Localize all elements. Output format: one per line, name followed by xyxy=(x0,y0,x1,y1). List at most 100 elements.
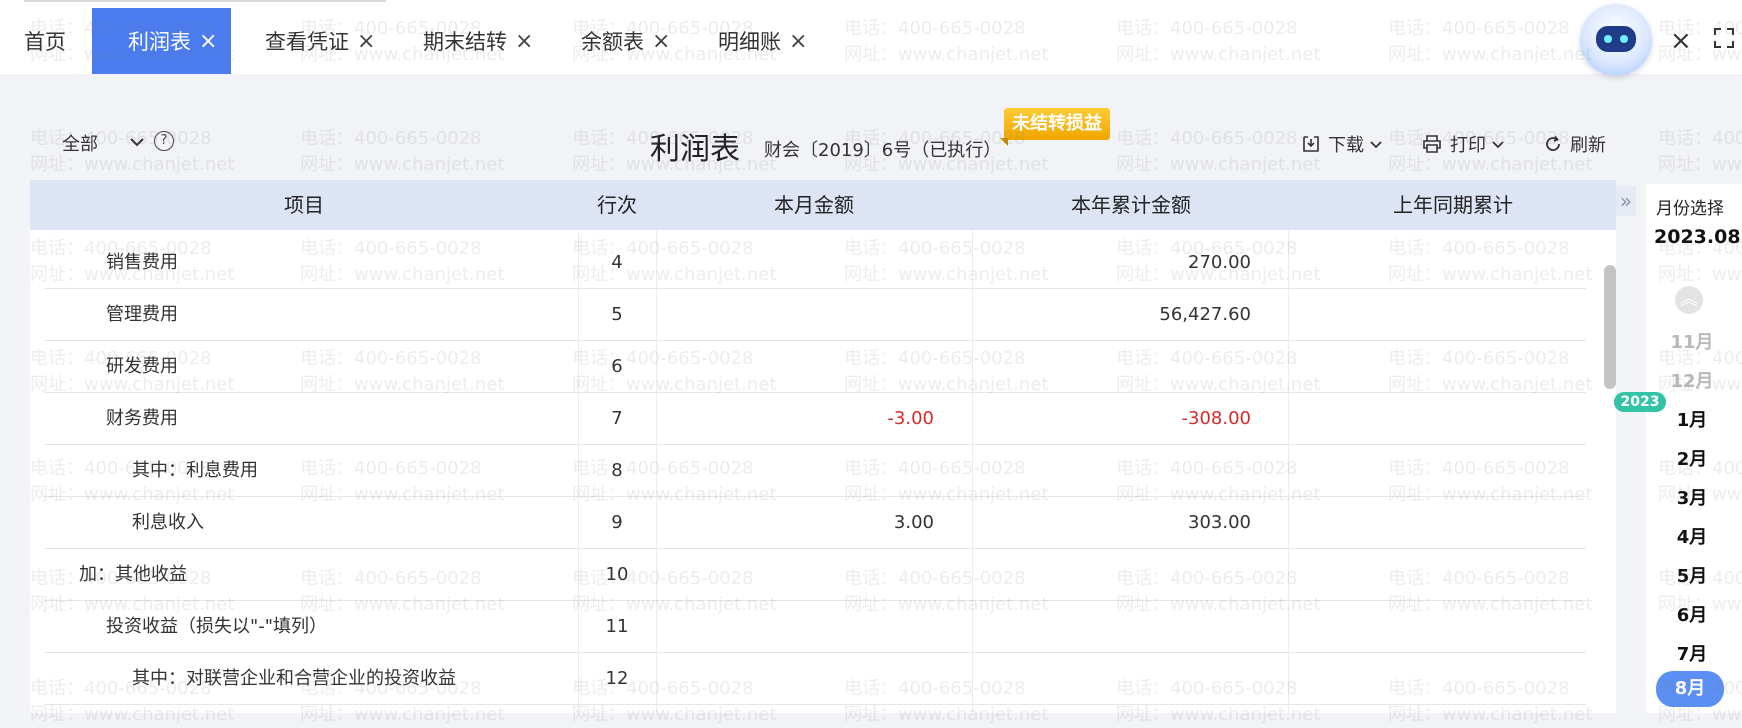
row-item: 投资收益（损失以"-"填列） xyxy=(106,616,328,637)
row-line: 12 xyxy=(605,668,629,689)
row-item: 财务费用 xyxy=(106,408,178,429)
row-item: 销售费用 xyxy=(106,252,178,273)
refresh-button[interactable]: 刷新 xyxy=(1544,131,1606,157)
row-line: 4 xyxy=(611,252,623,273)
table-row[interactable]: 其中：对联营企业和合营企业的投资收益 12 xyxy=(30,653,1616,705)
table-row[interactable]: 研发费用 6 xyxy=(30,341,1616,393)
watermark-text: 电话：400-665-0028 网址：www.chanjet.net xyxy=(300,128,505,175)
tab-bar-progress-line xyxy=(24,0,386,2)
row-month-amount: -3.00 xyxy=(887,408,934,429)
row-item: 利息收入 xyxy=(132,512,204,533)
table-header: 项目 行次 本月金额 本年累计金额 上年同期累计 xyxy=(30,180,1616,230)
tab-balance-sheet[interactable]: 余额表 × xyxy=(581,8,670,74)
tab-home-label: 首页 xyxy=(24,30,66,54)
download-icon xyxy=(1303,136,1319,152)
table-row[interactable]: 利息收入 9 3.00 303.00 xyxy=(30,497,1616,549)
robot-face xyxy=(1596,26,1636,52)
month-selector-title: 月份选择 xyxy=(1656,199,1724,219)
row-item: 其中：利息费用 xyxy=(132,460,258,481)
printer-icon xyxy=(1423,135,1441,153)
tab-income-statement-label: 利润表 xyxy=(128,30,191,54)
month-item-mar[interactable]: 3月 xyxy=(1662,484,1722,510)
close-icon[interactable]: × xyxy=(789,29,807,54)
print-button[interactable]: 打印 xyxy=(1422,131,1514,157)
month-item-jun[interactable]: 6月 xyxy=(1662,601,1722,627)
tab-period-end-transfer[interactable]: 期末结转 × xyxy=(423,8,533,74)
table-row[interactable]: 管理费用 5 56,427.60 xyxy=(30,289,1616,341)
close-icon[interactable]: × xyxy=(515,29,533,54)
refresh-label: 刷新 xyxy=(1570,135,1606,156)
print-label: 打印 xyxy=(1450,135,1486,156)
col-header-month-amount: 本月金额 xyxy=(774,193,854,217)
tab-detail-ledger-label: 明细账 xyxy=(718,30,781,54)
row-line: 7 xyxy=(611,408,623,429)
tab-home[interactable]: 首页 xyxy=(24,8,66,74)
download-button[interactable]: 下载 xyxy=(1302,131,1392,157)
row-line: 8 xyxy=(611,460,623,481)
row-line: 5 xyxy=(611,304,623,325)
double-chevron-up-icon[interactable]: ︽ xyxy=(1675,286,1703,314)
current-period: 2023.08 xyxy=(1654,226,1741,248)
download-label: 下载 xyxy=(1328,135,1364,156)
chevron-down-icon xyxy=(1492,141,1504,149)
scope-select[interactable]: 全部 xyxy=(62,130,98,156)
month-item-aug[interactable]: 8月 xyxy=(1656,671,1724,707)
month-item-jan[interactable]: 1月 xyxy=(1662,406,1722,432)
table-row[interactable]: 其中：利息费用 8 xyxy=(30,445,1616,497)
refresh-icon xyxy=(1546,135,1560,151)
row-line: 6 xyxy=(611,356,623,377)
fullscreen-icon[interactable] xyxy=(1714,28,1734,48)
tab-view-voucher-label: 查看凭证 xyxy=(265,30,349,54)
standard-subtitle: 财会〔2019〕6号（已执行） xyxy=(764,140,1002,161)
tab-income-statement[interactable]: 利润表 × xyxy=(92,8,232,74)
row-ytd-amount: 56,427.60 xyxy=(1159,304,1251,325)
close-icon[interactable]: × xyxy=(357,29,375,54)
row-ytd-amount: -308.00 xyxy=(1181,408,1251,429)
table-scrollbar[interactable] xyxy=(1604,265,1616,389)
row-item: 其中：对联营企业和合营企业的投资收益 xyxy=(132,668,456,689)
table-row[interactable]: 销售费用 4 270.00 xyxy=(30,237,1616,289)
status-badge: 未结转损益 xyxy=(1000,108,1110,146)
tab-bar: 首页 利润表 × 查看凭证 × 期末结转 × 余额表 × 明细账 × × xyxy=(0,0,1742,76)
row-item: 加：其他收益 xyxy=(79,564,187,585)
row-ytd-amount: 303.00 xyxy=(1188,512,1251,533)
month-item-feb[interactable]: 2月 xyxy=(1662,445,1722,471)
close-icon[interactable]: × xyxy=(652,29,670,54)
row-line: 10 xyxy=(605,564,629,585)
close-all-icon[interactable]: × xyxy=(1670,26,1692,56)
row-divider xyxy=(44,704,1586,705)
close-icon[interactable]: × xyxy=(199,29,217,54)
watermark-text: 电话：400-665-0028 网址：www.chanjet.net xyxy=(1658,128,1742,175)
month-item-dec[interactable]: 12月 xyxy=(1662,367,1722,393)
col-header-prior-ytd: 上年同期累计 xyxy=(1393,193,1513,217)
row-line: 11 xyxy=(605,616,629,637)
row-ytd-amount: 270.00 xyxy=(1188,252,1251,273)
double-chevron-right-icon[interactable]: » xyxy=(1616,186,1636,216)
row-month-amount: 3.00 xyxy=(893,512,934,533)
row-item: 管理费用 xyxy=(106,304,178,325)
assistant-robot-icon[interactable] xyxy=(1580,4,1652,76)
robot-eye-icon xyxy=(1604,35,1612,43)
year-badge: 2023 xyxy=(1614,392,1666,412)
tab-balance-sheet-label: 余额表 xyxy=(581,30,644,54)
row-item: 研发费用 xyxy=(106,356,178,377)
watermark-text: 电话：400-665-0028 网址：www.chanjet.net xyxy=(1116,128,1321,175)
month-item-may[interactable]: 5月 xyxy=(1662,562,1722,588)
table-row[interactable]: 加：其他收益 10 xyxy=(30,549,1616,601)
tab-view-voucher[interactable]: 查看凭证 × xyxy=(265,8,375,74)
help-icon[interactable]: ? xyxy=(154,131,174,151)
robot-eye-icon xyxy=(1620,35,1628,43)
table-row[interactable]: 财务费用 7 -3.00 -308.00 xyxy=(30,393,1616,445)
tab-period-end-transfer-label: 期末结转 xyxy=(423,30,507,54)
chevron-down-icon[interactable] xyxy=(128,133,146,151)
col-header-ytd-amount: 本年累计金额 xyxy=(1071,193,1191,217)
month-item-nov[interactable]: 11月 xyxy=(1662,328,1722,354)
month-item-jul[interactable]: 7月 xyxy=(1662,640,1722,666)
tab-detail-ledger[interactable]: 明细账 × xyxy=(718,8,807,74)
row-line: 9 xyxy=(611,512,623,533)
col-header-item: 项目 xyxy=(284,193,324,217)
table-row[interactable]: 投资收益（损失以"-"填列） 11 xyxy=(30,601,1616,653)
month-item-apr[interactable]: 4月 xyxy=(1662,523,1722,549)
chevron-down-icon xyxy=(1370,141,1382,149)
col-header-line: 行次 xyxy=(597,193,637,217)
